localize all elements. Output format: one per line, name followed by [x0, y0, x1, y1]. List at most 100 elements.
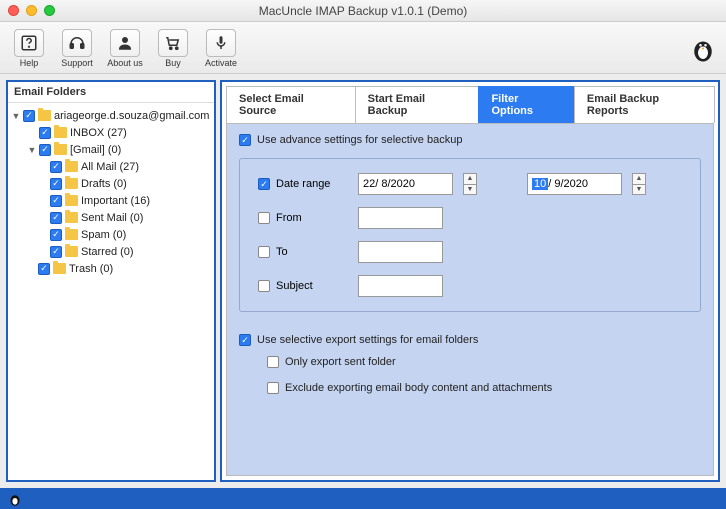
support-button[interactable]: Support	[56, 29, 98, 68]
person-icon	[116, 34, 134, 52]
daterange-row: Date range 22/ 8/2020 ▲▼ 10/ 9/2020 ▲▼	[258, 173, 682, 195]
activate-button[interactable]: Activate	[200, 29, 242, 68]
tree-trash[interactable]: Trash (0)	[10, 260, 212, 277]
tree-important[interactable]: Important (16)	[10, 192, 212, 209]
buy-label: Buy	[165, 58, 181, 68]
exclude-body-row: Exclude exporting email body content and…	[267, 382, 701, 394]
filter-panel: Date range 22/ 8/2020 ▲▼ 10/ 9/2020 ▲▼ F…	[239, 158, 701, 312]
folder-icon	[65, 195, 78, 206]
folder-icon	[65, 178, 78, 189]
main-toolbar: Help Support About us Buy Activate	[0, 22, 726, 74]
trash-checkbox[interactable]	[38, 263, 50, 275]
brand-logo	[688, 34, 718, 64]
about-label: About us	[107, 58, 143, 68]
allmail-checkbox[interactable]	[50, 161, 62, 173]
subject-checkbox[interactable]	[258, 280, 270, 292]
buy-button[interactable]: Buy	[152, 29, 194, 68]
tree-account[interactable]: ▼ ariageorge.d.souza@gmail.com	[10, 107, 212, 124]
folder-icon	[65, 246, 78, 257]
sidebar-title: Email Folders	[8, 82, 214, 103]
tab-filter-options[interactable]: Filter Options	[478, 86, 574, 123]
folder-icon	[65, 161, 78, 172]
tree-sentmail[interactable]: Sent Mail (0)	[10, 209, 212, 226]
cart-icon	[164, 34, 182, 52]
tree-spam[interactable]: Spam (0)	[10, 226, 212, 243]
drafts-label: Drafts (0)	[81, 178, 127, 190]
tree-gmail[interactable]: ▼ [Gmail] (0)	[10, 141, 212, 158]
to-label: To	[276, 246, 288, 258]
selective-label: Use selective export settings for email …	[257, 334, 478, 346]
drafts-checkbox[interactable]	[50, 178, 62, 190]
penguin-icon	[688, 34, 718, 64]
sentmail-label: Sent Mail (0)	[81, 212, 143, 224]
account-label: ariageorge.d.souza@gmail.com	[54, 110, 209, 122]
headset-icon	[68, 34, 86, 52]
important-checkbox[interactable]	[50, 195, 62, 207]
only-sent-checkbox[interactable]	[267, 356, 279, 368]
question-icon	[20, 34, 38, 52]
daterange-label: Date range	[276, 178, 330, 190]
date-to-stepper[interactable]: ▲▼	[632, 173, 646, 195]
folder-tree: ▼ ariageorge.d.souza@gmail.com INBOX (27…	[8, 103, 214, 281]
tab-bar: Select Email Source Start Email Backup F…	[226, 86, 714, 123]
selective-row: Use selective export settings for email …	[239, 334, 701, 346]
tab-select-source[interactable]: Select Email Source	[226, 86, 356, 123]
tree-inbox[interactable]: INBOX (27)	[10, 124, 212, 141]
tree-allmail[interactable]: All Mail (27)	[10, 158, 212, 175]
spam-checkbox[interactable]	[50, 229, 62, 241]
selective-checkbox[interactable]	[239, 334, 251, 346]
minimize-window-button[interactable]	[26, 5, 37, 16]
tab-start-backup[interactable]: Start Email Backup	[355, 86, 480, 123]
gmail-label: [Gmail] (0)	[70, 144, 121, 156]
inbox-label: INBOX (27)	[70, 127, 127, 139]
advance-label: Use advance settings for selective backu…	[257, 134, 462, 146]
account-checkbox[interactable]	[23, 110, 35, 122]
date-to-input[interactable]: 10/ 9/2020	[527, 173, 622, 195]
expand-icon[interactable]: ▼	[12, 111, 20, 121]
window-title: MacUncle IMAP Backup v1.0.1 (Demo)	[0, 4, 726, 18]
gmail-checkbox[interactable]	[39, 144, 51, 156]
to-input[interactable]	[358, 241, 443, 263]
sidebar: Email Folders ▼ ariageorge.d.souza@gmail…	[6, 80, 216, 482]
starred-checkbox[interactable]	[50, 246, 62, 258]
advance-row: Use advance settings for selective backu…	[239, 134, 701, 146]
from-row: From	[258, 207, 682, 229]
expand-icon[interactable]: ▼	[28, 145, 36, 155]
help-label: Help	[20, 58, 39, 68]
folder-icon	[65, 229, 78, 240]
statusbar-penguin-icon	[6, 490, 24, 508]
daterange-checkbox[interactable]	[258, 178, 270, 190]
selective-section: Use selective export settings for email …	[239, 334, 701, 394]
exclude-body-checkbox[interactable]	[267, 382, 279, 394]
starred-label: Starred (0)	[81, 246, 134, 258]
to-checkbox[interactable]	[258, 246, 270, 258]
window-controls	[8, 5, 55, 16]
mic-icon	[212, 34, 230, 52]
about-button[interactable]: About us	[104, 29, 146, 68]
tree-drafts[interactable]: Drafts (0)	[10, 175, 212, 192]
spam-label: Spam (0)	[81, 229, 126, 241]
important-label: Important (16)	[81, 195, 150, 207]
folder-icon	[54, 127, 67, 138]
zoom-window-button[interactable]	[44, 5, 55, 16]
inbox-checkbox[interactable]	[39, 127, 51, 139]
sentmail-checkbox[interactable]	[50, 212, 62, 224]
titlebar: MacUncle IMAP Backup v1.0.1 (Demo)	[0, 0, 726, 22]
tree-starred[interactable]: Starred (0)	[10, 243, 212, 260]
close-window-button[interactable]	[8, 5, 19, 16]
date-from-input[interactable]: 22/ 8/2020	[358, 173, 453, 195]
subject-input[interactable]	[358, 275, 443, 297]
support-label: Support	[61, 58, 93, 68]
allmail-label: All Mail (27)	[81, 161, 139, 173]
tab-backup-reports[interactable]: Email Backup Reports	[574, 86, 715, 123]
from-checkbox[interactable]	[258, 212, 270, 224]
main-area: Email Folders ▼ ariageorge.d.souza@gmail…	[0, 74, 726, 488]
folder-icon	[53, 263, 66, 274]
subject-label: Subject	[276, 280, 313, 292]
help-button[interactable]: Help	[8, 29, 50, 68]
date-from-stepper[interactable]: ▲▼	[463, 173, 477, 195]
advance-checkbox[interactable]	[239, 134, 251, 146]
folder-icon	[65, 212, 78, 223]
exclude-body-label: Exclude exporting email body content and…	[285, 382, 552, 394]
from-input[interactable]	[358, 207, 443, 229]
